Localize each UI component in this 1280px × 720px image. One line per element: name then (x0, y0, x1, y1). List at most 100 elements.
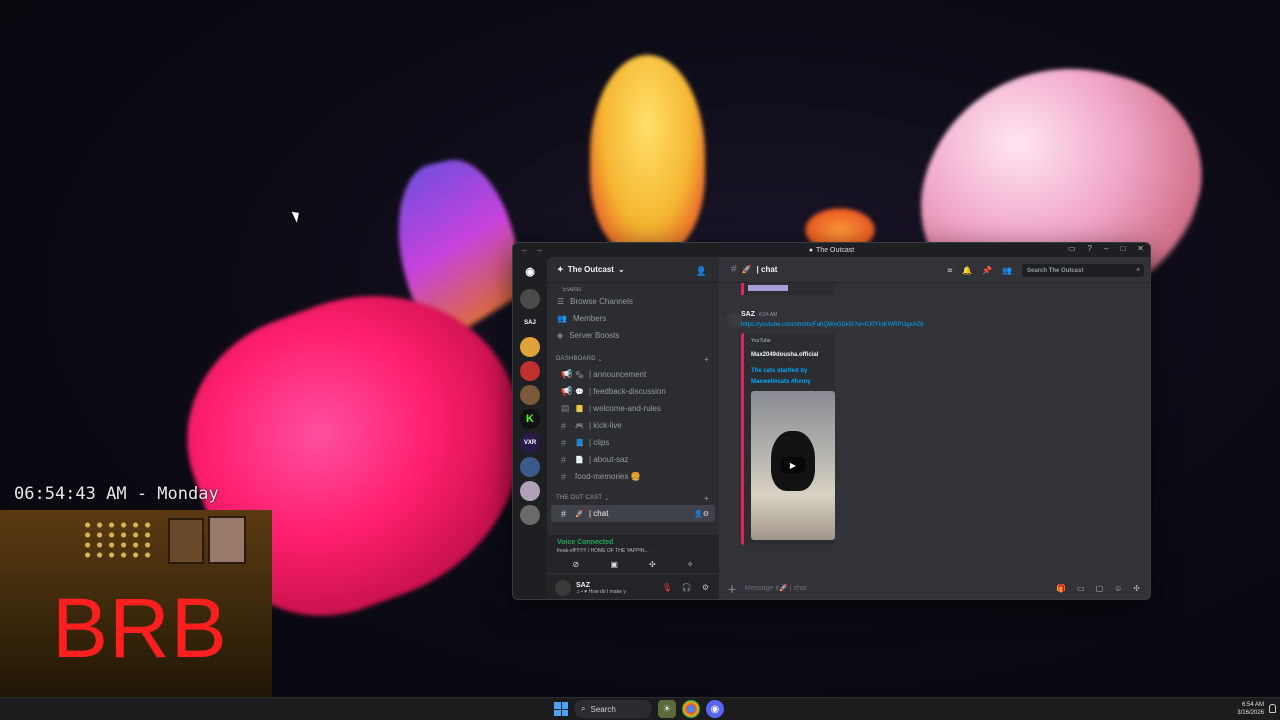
channel-clips[interactable]: # 📘 | clips (551, 434, 715, 451)
invite-icon[interactable]: 👤 (696, 266, 707, 277)
nav-members[interactable]: 👥 Members (547, 310, 719, 327)
system-clock[interactable]: 6:54 AM 3/16/2026 (1237, 701, 1264, 717)
server-icon[interactable] (520, 481, 540, 501)
server-icon[interactable] (520, 361, 540, 381)
back-icon[interactable]: ← (521, 245, 529, 254)
channel-kick-live[interactable]: # 🎮 | kick-live (551, 417, 715, 434)
maximize-button[interactable]: □ (1120, 244, 1125, 253)
nav-label: Events (563, 287, 582, 293)
channel-label: | feedback-discussion (589, 387, 666, 396)
channel-about-saz[interactable]: # 📄 | about-saz (551, 451, 715, 468)
category-dashboard[interactable]: DASHBOARD ⌄ + (547, 352, 719, 366)
megaphone-icon: 📢 (561, 386, 573, 396)
embed-title[interactable]: The cats startled by Maxwell#cats #funny (751, 366, 828, 388)
pin-icon[interactable]: 📌 (982, 266, 992, 276)
member-list-icon[interactable]: 👥 (1002, 266, 1012, 276)
attach-icon[interactable]: ＋ (727, 581, 737, 596)
video-thumbnail[interactable]: ▶ (751, 391, 835, 540)
nav-label: Members (572, 314, 607, 323)
embed-author[interactable]: Max2049dousha.official (751, 352, 828, 358)
avatar[interactable] (555, 580, 571, 596)
threads-icon[interactable]: ⌗ (948, 266, 953, 276)
message-composer[interactable]: ＋ Message #🚀 | chat 🎁 ▭ ▢ ☺ ✣ (727, 581, 1144, 596)
message-link[interactable]: https://youtube.com/shorts/FahQWvGDk5I?s… (741, 322, 924, 328)
channel-chat[interactable]: # 🚀 | chat 👤⚙ (551, 505, 715, 522)
chrome-icon[interactable] (682, 700, 700, 718)
channel-label: food-memories 🍔 (575, 472, 641, 481)
forward-icon[interactable]: → (535, 245, 543, 254)
members-icon: 👥 (557, 314, 567, 323)
channel-emoji: 🚀 (575, 510, 584, 518)
search-label: Search (590, 704, 616, 714)
kick-server-icon[interactable]: K (520, 409, 540, 429)
window-title: ● The Outcast (809, 247, 854, 254)
discord-home-icon[interactable]: ◉ (520, 261, 540, 281)
channel-emoji: 📒 (575, 405, 584, 413)
rules-icon: ▤ (561, 403, 570, 413)
add-channel-icon[interactable]: + (704, 494, 709, 503)
windows-start-icon[interactable] (554, 702, 568, 716)
server-icon[interactable] (520, 385, 540, 405)
server-icon[interactable]: VXR (520, 433, 540, 453)
user-status: ♫ • ♥ How do I make y (576, 588, 626, 595)
channel-emoji: 🎮 (575, 422, 584, 430)
server-badge-icon: ✦ (557, 265, 564, 274)
channel-emoji: 📄 (575, 456, 584, 464)
message-list: SAZ 6:24 AM https://youtube.com/shorts/F… (719, 283, 1150, 575)
channel-feedback-discussion[interactable]: 📢 💬 | feedback-discussion (551, 383, 715, 400)
nav-label: Browse Channels (570, 297, 633, 306)
minimize-button[interactable]: – (1104, 244, 1108, 253)
channel-announcement[interactable]: 📢 🗞 | announcement (551, 366, 715, 383)
nav-browse-channels[interactable]: ☰ Browse Channels (547, 293, 719, 310)
screenshare-icon[interactable]: ▣ (610, 560, 618, 569)
notification-icon[interactable] (1269, 704, 1276, 713)
server-icon[interactable] (520, 289, 540, 309)
channel-emoji: 💬 (575, 388, 584, 396)
previous-embed (741, 283, 835, 295)
server-icon[interactable] (520, 505, 540, 525)
mute-icon[interactable]: 🎙 (662, 583, 672, 592)
youtube-embed: YouTube Max2049dousha.official The cats … (741, 333, 835, 545)
nav-server-boosts[interactable]: ◈ Server Boosts (547, 327, 719, 344)
channel-sidebar: ✦ The Outcast ⌄ 👤 Events ☰ Browse Channe… (547, 257, 719, 599)
message-author[interactable]: SAZ (741, 311, 755, 318)
webcam-overlay: BRB (0, 510, 272, 700)
gift-icon[interactable]: 🎁 (1056, 584, 1066, 593)
soundboard-icon[interactable]: ✧ (687, 560, 694, 569)
camera-off-icon[interactable]: ⊘ (573, 560, 580, 569)
channel-header: # 🚀 | chat ⌗ 🔔 📌 👥 Search The Outcast ⌕ (719, 257, 1150, 283)
user-controls: 🎙 🎧 ⚙ (662, 583, 709, 592)
channel-settings-icon[interactable]: 👤⚙ (694, 510, 709, 518)
close-button[interactable]: ✕ (1137, 244, 1144, 253)
wall-poster (208, 516, 246, 564)
taskbar-search[interactable]: ⌕ Search (574, 700, 652, 718)
server-icon[interactable] (520, 337, 540, 357)
headphones-icon[interactable]: 🎧 (682, 583, 692, 592)
bell-icon[interactable]: 🔔 (962, 266, 972, 276)
discord-icon[interactable]: ◉ (706, 700, 724, 718)
gif-icon[interactable]: ▭ (1077, 584, 1085, 593)
widgets-icon[interactable]: ☀ (658, 700, 676, 718)
discord-window: ← → ● The Outcast ▭ ? – □ ✕ ◉ SAJ K VXR … (512, 242, 1151, 600)
channel-label: | about-saz (589, 455, 629, 464)
activities-icon[interactable]: ✣ (649, 560, 656, 569)
search-input[interactable]: Search The Outcast ⌕ (1022, 264, 1144, 277)
mouse-cursor (291, 209, 303, 223)
emoji-icon[interactable]: ☺ (1114, 584, 1122, 593)
gear-icon[interactable]: ⚙ (702, 583, 709, 592)
sticker-icon[interactable]: ▢ (1096, 584, 1104, 593)
server-header[interactable]: ✦ The Outcast ⌄ 👤 (547, 257, 719, 283)
server-icon[interactable]: SAJ (520, 313, 540, 333)
help-icon[interactable]: ? (1088, 244, 1092, 253)
apps-icon[interactable]: ✣ (1133, 584, 1140, 593)
channel-food-memories[interactable]: # food-memories 🍔 (551, 468, 715, 485)
taskbar-time: 6:54 AM (1241, 702, 1264, 708)
channel-welcome-and-rules[interactable]: ▤ 📒 | welcome-and-rules (551, 400, 715, 417)
category-the-out-cast[interactable]: THE OUT CAST ⌄ + (547, 491, 719, 505)
inbox-icon[interactable]: ▭ (1068, 244, 1076, 253)
chevron-down-icon: ⌄ (617, 265, 625, 274)
add-channel-icon[interactable]: + (704, 355, 709, 364)
server-icon[interactable] (520, 457, 540, 477)
play-icon[interactable]: ▶ (781, 457, 805, 473)
stream-clock: 06:54:43 AM - Monday (14, 484, 219, 504)
